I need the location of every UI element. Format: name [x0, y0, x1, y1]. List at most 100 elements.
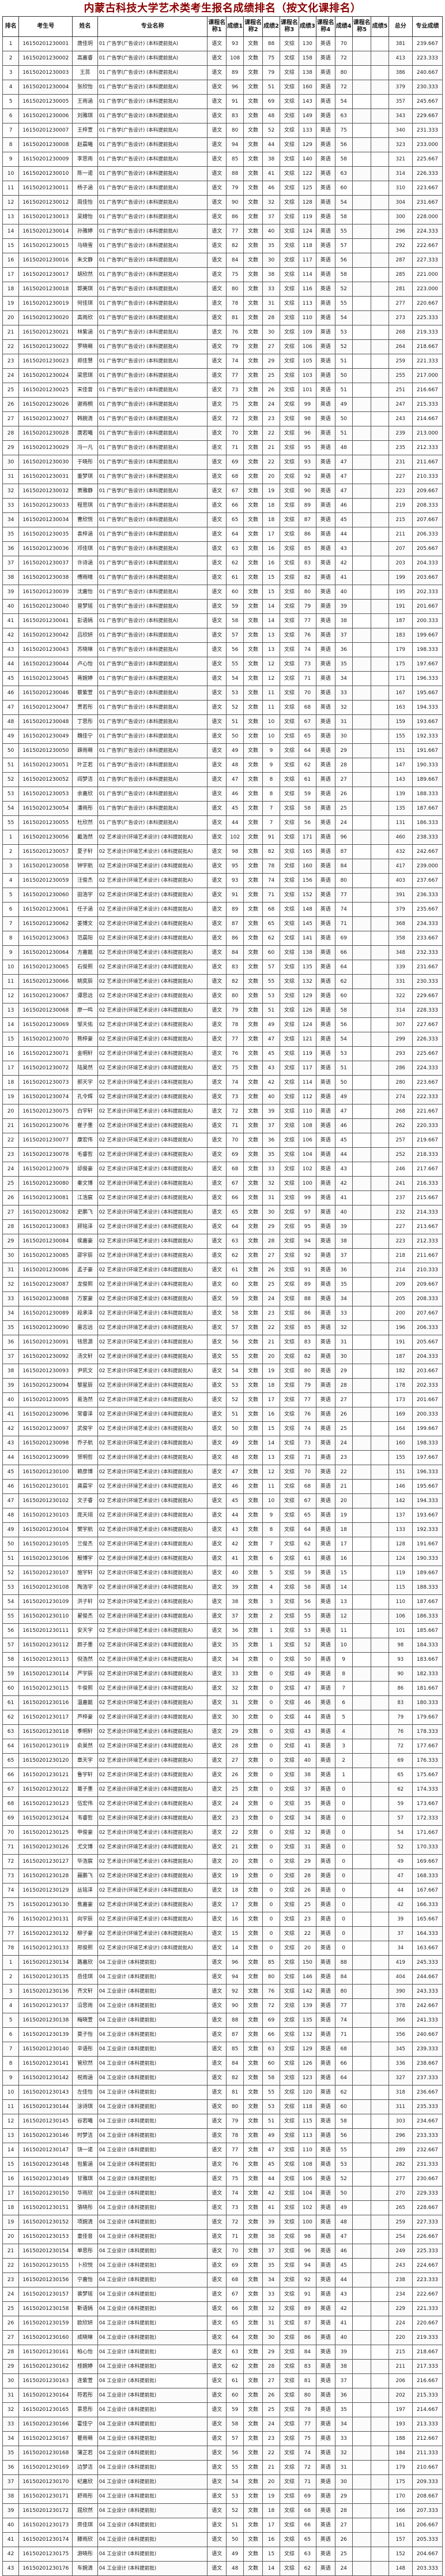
course2-cell: 文数: [243, 1998, 263, 2013]
score3-cell: 142: [298, 1984, 317, 1999]
course4-cell: 英语: [316, 1392, 335, 1407]
course3-cell: 文综: [280, 2070, 299, 2085]
rank-cell: 51: [2, 758, 20, 773]
course1-cell: 语文: [207, 2027, 227, 2042]
score2-cell: 29: [262, 1219, 281, 1234]
table-row: 11 16150201230066 姚奕辰 02 艺术设计(环境艺术设计) (本科提前…: [2, 974, 443, 989]
score2-cell: 28: [262, 310, 281, 325]
score1-cell: 67: [225, 484, 244, 499]
course3-cell: 文综: [280, 1479, 299, 1494]
major-cell: 04 工业设计 (本科提前批): [97, 2171, 208, 2186]
course1-cell: 语文: [207, 325, 227, 340]
course3-cell: 文综: [280, 1652, 299, 1667]
score5-cell: [371, 1580, 389, 1595]
score3-cell: 86: [298, 1306, 317, 1321]
score2-cell: 46: [262, 181, 281, 196]
score2-cell: 0: [262, 1753, 281, 1768]
score4-cell: 35: [334, 657, 353, 672]
table-row: 3 16150201230136 齐文轩 04 工业设计 (本科提前批) 语文 92 文数 7…: [2, 1984, 443, 1999]
exam-number-cell: 16150201230138: [18, 2013, 73, 2028]
major-score-cell: 217.333: [412, 2359, 443, 2374]
table-row: 7 16150201230140 辛语彤 04 工业设计 (本科提前批) 语文 85 文数 6…: [2, 2042, 443, 2057]
course3-cell: 文综: [280, 1493, 299, 1508]
course1-cell: 语文: [207, 743, 227, 758]
score3-cell: 26: [298, 1883, 317, 1898]
course1-cell: 语文: [207, 195, 227, 210]
exam-number-cell: 16150201230144: [18, 2099, 73, 2114]
total-cell: 197: [388, 2402, 413, 2417]
table-row: 7 16150201230062 姜博文 02 艺术设计(环境艺术设计) (本科提前批…: [2, 916, 443, 931]
score2-cell: 16: [262, 2532, 281, 2547]
score2-cell: 65: [262, 916, 281, 931]
major-score-cell: 167.667: [412, 1883, 443, 1898]
rank-cell: 10: [2, 960, 20, 975]
score3-cell: 92: [298, 1248, 317, 1263]
score5-cell: [371, 2200, 389, 2215]
course4-cell: 英语: [316, 556, 335, 571]
score3-cell: 116: [298, 282, 317, 297]
score4-cell: 58: [334, 1003, 353, 1018]
score5-cell: [371, 758, 389, 773]
table-row: 33 16150201230033 程思琪 01 广告学(广告设计) (本科提前批A)…: [2, 498, 443, 513]
name-cell: 骆晓彤: [72, 2200, 98, 2215]
table-row: 40 16150201230173 房佳琪 04 工业设计 (本科提前批) 语文 51 文数…: [2, 2518, 443, 2533]
rank-cell: 43: [2, 2561, 20, 2576]
score2-cell: 0: [262, 1796, 281, 1811]
score2-cell: 57: [262, 960, 281, 975]
score4-cell: 0: [334, 1840, 353, 1855]
name-cell: 裴梦瑶: [72, 2287, 98, 2302]
course2-cell: 文数: [243, 830, 263, 845]
exam-number-cell: 16150201230128: [18, 1869, 73, 1884]
course2-cell: 文数: [243, 512, 263, 527]
exam-number-cell: 16150201230111: [18, 1623, 73, 1638]
rank-cell: 47: [2, 700, 20, 715]
table-row: 66 16150201230121 鲁宇轩 02 艺术设计(环境艺术设计) (本科提前…: [2, 1768, 443, 1783]
course4-cell: 英语: [316, 2143, 335, 2158]
score2-cell: 29: [262, 354, 281, 369]
rank-cell: 27: [2, 411, 20, 426]
major-cell: 04 工业设计 (本科提前批): [97, 2027, 208, 2042]
total-cell: 206: [388, 2373, 413, 2388]
course1-cell: 语文: [207, 2345, 227, 2360]
total-cell: 76: [388, 1724, 413, 1739]
course4-cell: 英语: [316, 1046, 335, 1061]
course3-cell: 文综: [280, 224, 299, 239]
score2-cell: 51: [262, 2114, 281, 2129]
score5-cell: [371, 1825, 389, 1840]
score5-cell: [371, 426, 389, 441]
score1-cell: 64: [225, 527, 244, 542]
score3-cell: 126: [298, 2056, 317, 2071]
course4-cell: 英语: [316, 1335, 335, 1350]
course2-cell: 文数: [243, 1061, 263, 1076]
score4-cell: 24: [334, 1436, 353, 1451]
score2-cell: 32: [262, 1176, 281, 1191]
major-cell: 01 广告学(广告设计) (本科提前批A): [97, 282, 208, 297]
major-score-cell: 204.667: [412, 2547, 443, 2562]
table-row: 38 16150201230171 舒雨彤 04 工业设计 (本科提前批) 语文 53 文数…: [2, 2489, 443, 2504]
exam-number-cell: 16150201230113: [18, 1652, 73, 1667]
major-score-cell: 223.333: [412, 2272, 443, 2287]
name-cell: 夏子轩: [72, 844, 98, 859]
course1-cell: 语文: [207, 1638, 227, 1653]
score3-cell: 40: [298, 1753, 317, 1768]
course5-cell: [352, 2186, 372, 2201]
major-cell: 01 广告学(广告设计) (本科提前批A): [97, 541, 208, 556]
course4-cell: 英语: [316, 1551, 335, 1566]
course2-cell: 文数: [243, 2373, 263, 2388]
major-cell: 04 工业设计 (本科提前批): [97, 2128, 208, 2143]
course2-cell: 文数: [243, 700, 263, 715]
score4-cell: 45: [334, 512, 353, 527]
exam-number-cell: 16150201230070: [18, 1032, 73, 1047]
course1-cell: 语文: [207, 455, 227, 470]
exam-number-cell: 16150201230129: [18, 1883, 73, 1898]
course1-cell: 语文: [207, 657, 227, 672]
course2-cell: 文数: [243, 1032, 263, 1047]
total-cell: 432: [388, 844, 413, 859]
score5-cell: [371, 440, 389, 455]
rank-cell: 23: [2, 1147, 20, 1162]
total-cell: 151: [388, 743, 413, 758]
course1-cell: 语文: [207, 267, 227, 282]
course2-cell: 文数: [243, 570, 263, 585]
exam-number-cell: 16150201230021: [18, 325, 73, 340]
score1-cell: 72: [225, 411, 244, 426]
